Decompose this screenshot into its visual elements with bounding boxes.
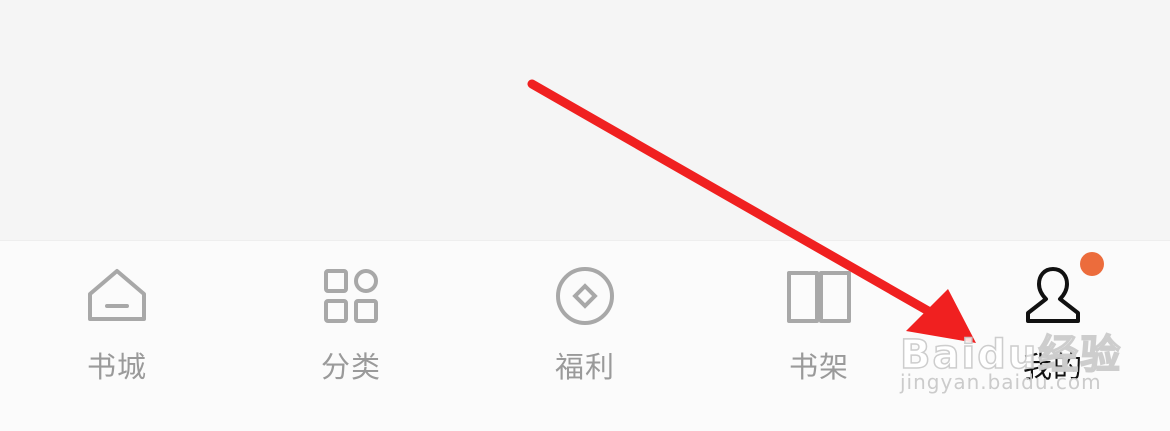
tab-label: 分类	[320, 350, 381, 384]
tab-label: 福利	[554, 350, 615, 384]
notification-badge-dot	[1080, 252, 1104, 276]
content-area	[0, 0, 1170, 240]
tab-category[interactable]: 分类	[234, 241, 468, 431]
category-grid-icon	[316, 261, 386, 331]
coin-icon	[550, 261, 620, 331]
user-profile-icon	[1018, 261, 1088, 331]
tab-bookstore[interactable]: 书城	[0, 241, 234, 431]
tab-label: 书城	[86, 350, 147, 384]
tab-mine[interactable]: 我的	[936, 241, 1170, 431]
open-book-icon	[784, 261, 854, 331]
tab-bookshelf[interactable]: 书架	[702, 241, 936, 431]
home-icon	[82, 261, 152, 331]
tab-label: 我的	[1022, 350, 1083, 384]
tab-label: 书架	[788, 350, 849, 384]
bottom-tab-bar: 书城 分类 福利 书架 我的	[0, 240, 1170, 431]
app-screen: 书城 分类 福利 书架 我的 Baidu经验 jingyan.baidu.com	[0, 0, 1170, 431]
tab-welfare[interactable]: 福利	[468, 241, 702, 431]
